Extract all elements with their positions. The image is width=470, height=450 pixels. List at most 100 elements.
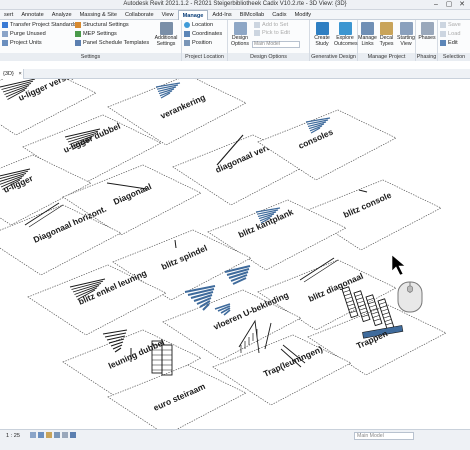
view-tab-3d[interactable]: {3D} × — [0, 69, 24, 79]
explore-outcomes-label: Explore Outcomes — [334, 35, 358, 47]
selection-load-label: Load — [448, 31, 461, 37]
transfer-project-standards[interactable]: Transfer Project Standards — [2, 22, 77, 28]
ribbon-tab-add-ins[interactable]: Add-Ins — [208, 10, 235, 20]
selection-caption: Selection — [438, 53, 470, 61]
generative-design-caption: Generative Design — [310, 53, 357, 61]
maximize-button[interactable]: ▢ — [443, 0, 455, 9]
visual-style-icon[interactable] — [38, 432, 44, 438]
additional-settings-button[interactable]: Additional Settings — [152, 21, 180, 52]
ribbon-tab-analyze[interactable]: Analyze — [48, 10, 76, 20]
generative-design-panel: Create Study Explore Outcomes Generative… — [310, 20, 358, 61]
location-label: Location — [192, 22, 214, 28]
ribbon-tab-massing-site[interactable]: Massing & Site — [76, 10, 121, 20]
units-label: Project Units — [10, 40, 42, 46]
selection-save-button[interactable]: Save — [440, 22, 461, 28]
mouse-cursor-icon — [391, 254, 406, 276]
ribbon-tab-view[interactable]: View — [158, 10, 178, 20]
create-study-button[interactable]: Create Study — [311, 21, 333, 52]
position-button[interactable]: Position — [184, 40, 212, 46]
ribbon-tab-bimcollab[interactable]: BIMcollab — [236, 10, 269, 20]
manage-links-button[interactable]: Manage Links — [358, 21, 377, 52]
purge-unused[interactable]: Purge Unused — [2, 31, 46, 37]
pick-to-edit-label: Pick to Edit — [262, 30, 290, 36]
settings-caption: Settings — [0, 53, 181, 61]
mouse-icon — [397, 281, 423, 313]
starting-view-icon — [399, 22, 413, 35]
selection-edit-label: Edit — [448, 40, 458, 46]
globe-icon — [184, 22, 190, 28]
family-sheet[interactable]: blitz enkel leuning — [27, 264, 167, 336]
add-to-set-icon — [254, 22, 260, 28]
window-title: Autodesk Revit 2021.1.2 - R2021 Steigerb… — [123, 1, 347, 7]
mep-settings[interactable]: MEP Settings — [75, 31, 117, 37]
explore-outcomes-icon — [338, 22, 352, 35]
close-button[interactable]: ✕ — [456, 0, 468, 9]
view-scale[interactable]: 1 : 25 — [6, 433, 20, 439]
structural-icon — [75, 22, 81, 28]
selection-edit-button[interactable]: Edit — [440, 40, 458, 46]
additional-settings-label: Additional Settings — [154, 35, 178, 47]
panel-schedule-label: Panel Schedule Templates — [83, 40, 150, 46]
phases-button[interactable]: Phases — [416, 21, 438, 52]
coordinates-label: Coordinates — [192, 31, 223, 37]
explore-outcomes-button[interactable]: Explore Outcomes — [334, 21, 358, 52]
ribbon-tab-sert[interactable]: sert — [0, 10, 17, 20]
main-model-dropdown[interactable]: Main Model — [252, 41, 300, 48]
phasing-caption: Phasing — [416, 53, 437, 61]
sun-path-icon[interactable] — [46, 432, 52, 438]
panel-schedule-templates[interactable]: Panel Schedule Templates — [75, 40, 149, 46]
shadows-icon[interactable] — [54, 432, 60, 438]
structural-label: Structural Settings — [83, 22, 129, 28]
structural-settings[interactable]: Structural Settings — [75, 22, 129, 28]
ribbon-tab-bar: sert Annotate Analyze Massing & Site Collabo… — [0, 10, 470, 20]
family-geometry — [360, 311, 368, 314]
ribbon-tab-collaborate[interactable]: Collaborate — [121, 10, 158, 20]
selection-load-button[interactable]: Load — [440, 31, 460, 37]
manage-project-panel: Manage Links Decal Types Starting View M… — [358, 20, 416, 61]
family-geometry — [377, 298, 385, 302]
family-geometry — [369, 304, 377, 308]
mep-label: MEP Settings — [83, 31, 117, 37]
additional-settings-icon — [159, 22, 173, 35]
3d-view-canvas[interactable]: u-ligger verstijvingverankeringu-ligger … — [0, 79, 470, 429]
load-icon — [440, 31, 446, 37]
units-icon — [2, 40, 8, 46]
decal-types-button[interactable]: Decal Types — [377, 21, 396, 52]
temporary-hide-icon[interactable] — [70, 432, 76, 438]
purge-label: Purge Unused — [10, 31, 46, 37]
family-geometry — [379, 301, 386, 305]
location-button[interactable]: Location — [184, 22, 213, 28]
view-tab-label: {3D} — [3, 71, 14, 77]
coordinates-button[interactable]: Coordinates — [184, 31, 222, 37]
create-study-icon — [315, 22, 329, 35]
ribbon-tab-annotate[interactable]: Annotate — [17, 10, 47, 20]
add-to-set-button[interactable]: Add to Set — [254, 22, 288, 28]
panel-schedule-icon — [75, 40, 81, 46]
edit-icon — [440, 40, 446, 46]
selection-save-label: Save — [448, 22, 461, 28]
phases-label: Phases — [418, 35, 436, 41]
create-study-label: Create Study — [314, 35, 330, 47]
save-icon — [440, 22, 446, 28]
transfer-icon — [2, 22, 8, 28]
design-options-button[interactable]: Design Options — [229, 21, 251, 52]
ribbon-tab-cadix[interactable]: Cadix — [268, 10, 290, 20]
crop-view-icon[interactable] — [62, 432, 68, 438]
design-options-caption: Design Options — [228, 53, 309, 61]
minimize-button[interactable]: – — [430, 0, 442, 9]
project-units[interactable]: Project Units — [2, 40, 42, 46]
active-model-dropdown[interactable]: Main Model — [354, 432, 414, 440]
project-location-caption: Project Location — [182, 53, 227, 61]
ribbon-tab-manage[interactable]: Manage — [177, 10, 209, 20]
family-geometry — [359, 307, 367, 311]
ribbon-tab-modify[interactable]: Modify — [291, 10, 315, 20]
position-icon — [184, 40, 190, 46]
starting-view-button[interactable]: Starting View — [396, 21, 416, 52]
detail-level-icon[interactable] — [30, 432, 36, 438]
pick-to-edit-button[interactable]: Pick to Edit — [254, 30, 290, 36]
settings-panel: Transfer Project Standards Purge Unused … — [0, 20, 182, 61]
manage-project-caption: Manage Project — [358, 53, 415, 61]
decal-types-label: Decal Types — [379, 35, 394, 47]
mep-icon — [75, 31, 81, 37]
close-tab-icon[interactable]: × — [18, 71, 21, 77]
